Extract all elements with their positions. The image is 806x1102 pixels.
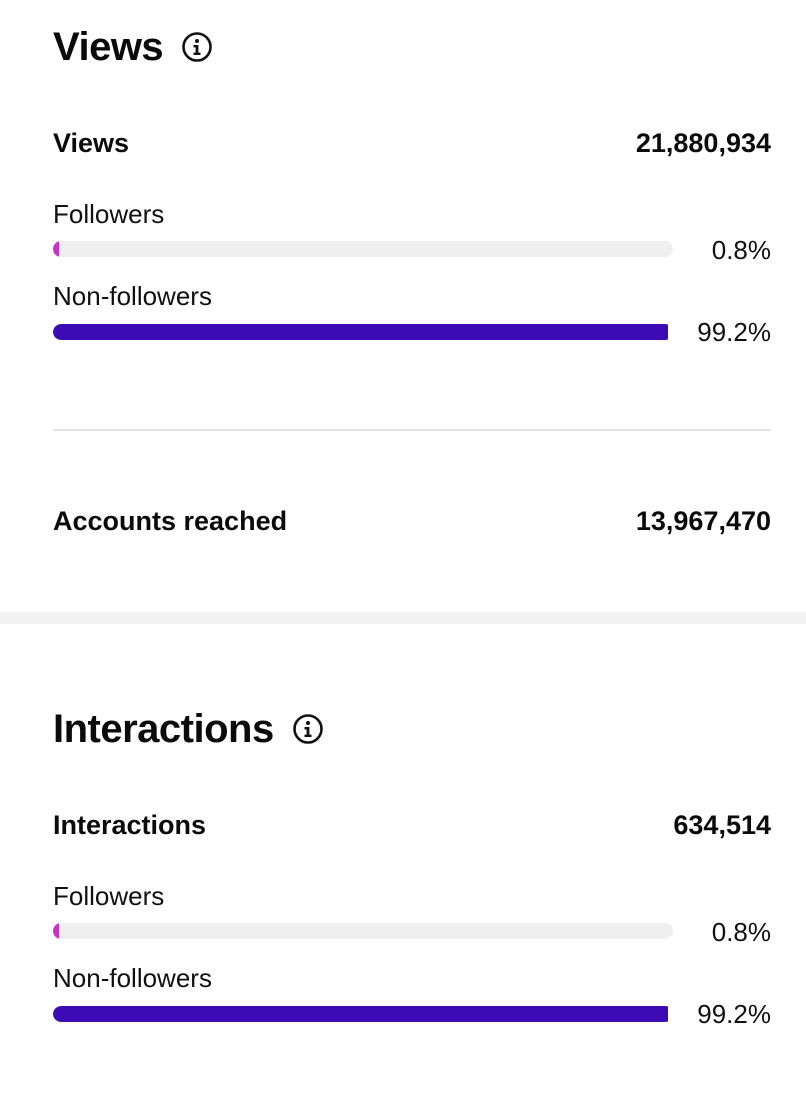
accounts-reached-row: Accounts reached 13,967,470 bbox=[53, 506, 771, 537]
interactions-non-followers-label: Non-followers bbox=[53, 963, 212, 993]
views-non-followers-label: Non-followers bbox=[53, 281, 212, 311]
views-followers-bar bbox=[53, 241, 673, 257]
interactions-followers-label: Followers bbox=[53, 881, 165, 911]
interactions-followers-bar-fill bbox=[53, 923, 59, 939]
views-metric-row: Views 21,880,934 bbox=[53, 128, 771, 159]
interactions-title-row: Interactions bbox=[53, 709, 324, 749]
interactions-followers-percent: 0.8% bbox=[711, 917, 771, 947]
info-circle-icon[interactable] bbox=[292, 713, 324, 745]
accounts-reached-value: 13,967,470 bbox=[635, 506, 771, 536]
interactions-non-followers-percent: 99.2% bbox=[697, 999, 771, 1029]
interactions-metric-row: Interactions 634,514 bbox=[53, 810, 771, 841]
views-non-followers-percent: 99.2% bbox=[697, 317, 771, 347]
views-metric-value: 21,880,934 bbox=[635, 128, 771, 158]
divider bbox=[53, 429, 771, 431]
views-title: Views bbox=[53, 25, 164, 69]
views-section: Views Views 21,880,934 Followers 0.8% No… bbox=[0, 0, 806, 612]
views-followers-percent: 0.8% bbox=[711, 235, 771, 265]
interactions-non-followers-bar bbox=[53, 1006, 673, 1022]
interactions-metric-value: 634,514 bbox=[673, 810, 771, 840]
interactions-non-followers-bar-fill bbox=[53, 1006, 669, 1022]
interactions-title: Interactions bbox=[53, 707, 274, 751]
views-title-row: Views bbox=[53, 27, 213, 67]
accounts-reached-label: Accounts reached bbox=[53, 506, 288, 536]
info-circle-icon[interactable] bbox=[181, 31, 213, 63]
interactions-metric-label: Interactions bbox=[53, 810, 207, 840]
views-metric-label: Views bbox=[53, 128, 130, 158]
views-non-followers-bar-fill bbox=[53, 324, 669, 340]
views-non-followers-bar bbox=[53, 324, 673, 340]
interactions-section: Interactions Interactions 634,514 Follow… bbox=[0, 624, 806, 1102]
views-followers-bar-fill bbox=[53, 241, 59, 257]
section-separator bbox=[0, 612, 806, 624]
interactions-followers-bar bbox=[53, 923, 673, 939]
views-followers-label: Followers bbox=[53, 199, 165, 229]
